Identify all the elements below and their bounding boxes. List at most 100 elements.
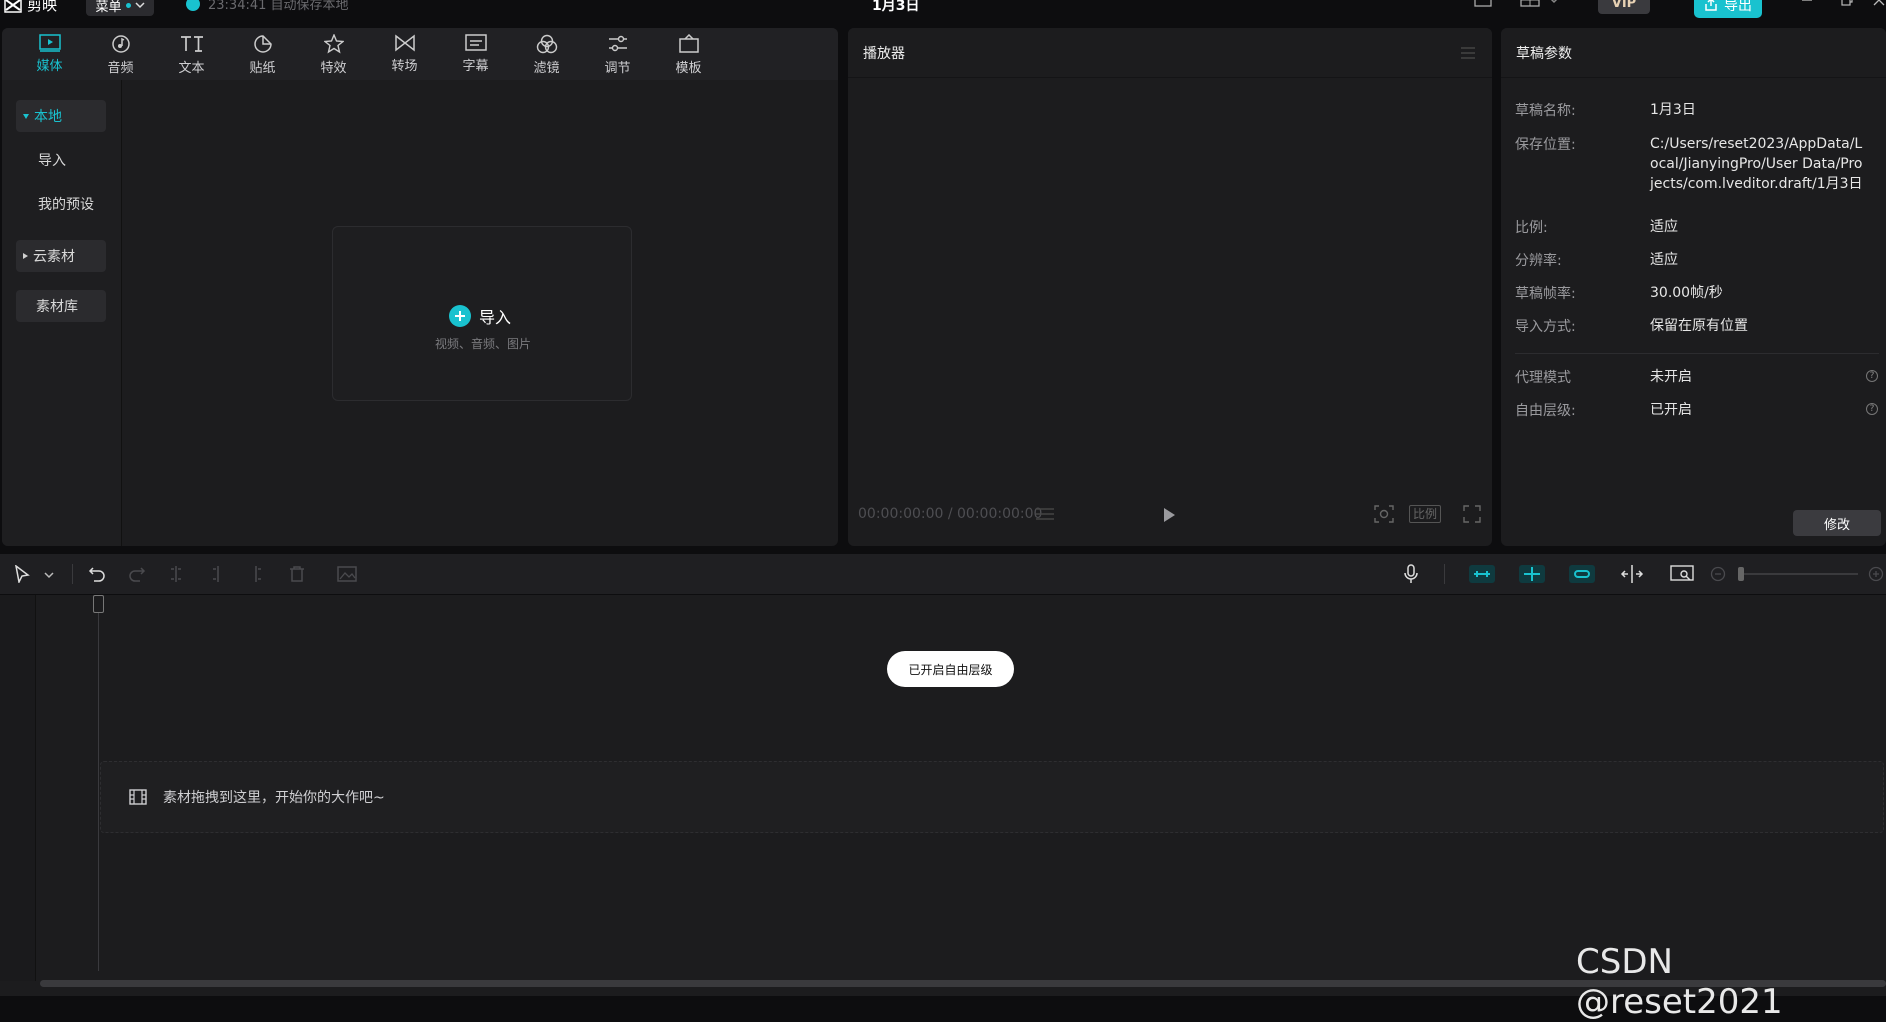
media-sidebar: 本地 导入 我的预设 云素材 素材库 [2, 80, 122, 546]
timeline-toolbar [0, 554, 1886, 594]
vip-button[interactable]: VIP [1598, 0, 1650, 14]
help-icon[interactable]: ? [1866, 403, 1878, 415]
keyboard-icon [1474, 0, 1492, 7]
tab-filter-label: 滤镜 [533, 61, 560, 76]
select-cursor-icon[interactable] [14, 565, 30, 583]
chevron-down-icon[interactable] [44, 571, 54, 579]
autosave-text: 23:34:41 自动保存本地 [208, 0, 349, 13]
media-toolbar: 媒体 音频 文本 贴纸 特效 转场 字幕 滤镜 调节 模板 [2, 28, 838, 80]
help-icon[interactable]: ? [1866, 370, 1878, 382]
import-button[interactable]: 导入 [449, 304, 511, 328]
prop-label: 导入方式: [1515, 319, 1576, 335]
sidebar-item-label: 素材库 [36, 299, 78, 315]
zoom-out-icon[interactable] [1710, 566, 1726, 582]
tab-subtitle[interactable]: 字幕 [440, 28, 511, 80]
restore-button[interactable] [1840, 0, 1854, 7]
minimize-button[interactable] [1800, 0, 1814, 7]
shortcut-button[interactable] [1474, 0, 1492, 7]
effects-icon [323, 34, 344, 54]
track-header-column [0, 595, 36, 981]
adjust-icon [608, 35, 627, 52]
tab-transition-label: 转场 [391, 59, 418, 74]
split-left-icon[interactable] [210, 565, 226, 583]
delete-icon[interactable] [289, 565, 305, 583]
layout-button[interactable] [1520, 0, 1560, 7]
fullscreen-icon[interactable] [1463, 505, 1481, 523]
player-title: 播放器 [863, 45, 905, 62]
player-panel: 播放器 00:00:00:00 / 00:00:00:00 比例 [848, 28, 1492, 546]
main-track-magnet-icon[interactable] [1468, 564, 1496, 584]
split-icon[interactable] [168, 565, 184, 583]
zoom-slider-handle[interactable] [1738, 567, 1744, 581]
props-body: 草稿名称: 1月3日 保存位置: C:/Users/reset2023/AppD… [1501, 80, 1886, 500]
tab-sticker[interactable]: 贴纸 [227, 28, 298, 80]
title-bar: 剪映 菜单 23:34:41 自动保存本地 1月3日 VIP 导出 [0, 0, 1886, 26]
subtitle-icon [464, 34, 487, 51]
image-icon[interactable] [337, 565, 357, 583]
menu-lines-icon[interactable] [1460, 47, 1476, 59]
zoom-slider[interactable] [1738, 567, 1858, 581]
prop-value: 适应 [1650, 252, 1678, 268]
caret-right-icon [23, 253, 28, 259]
timeline-area[interactable]: 已开启自由层级 素材拖拽到这里，开始你的大作吧~ [0, 595, 1886, 996]
tab-effects-label: 特效 [320, 61, 347, 76]
player-header: 播放器 [848, 28, 1492, 78]
microphone-icon[interactable] [1404, 564, 1418, 584]
fit-screen-icon[interactable] [1374, 505, 1394, 523]
props-header: 草稿参数 [1501, 28, 1886, 78]
close-icon [1873, 0, 1885, 6]
tab-effects[interactable]: 特效 [298, 28, 369, 80]
sidebar-item-cloud[interactable]: 云素材 [16, 240, 106, 272]
tab-adjust[interactable]: 调节 [582, 28, 653, 80]
tab-text[interactable]: 文本 [156, 28, 227, 80]
tab-transition[interactable]: 转场 [369, 28, 440, 80]
playhead-line[interactable] [98, 595, 99, 971]
capcut-logo-icon [4, 0, 22, 13]
modify-button[interactable]: 修改 [1793, 510, 1881, 536]
media-icon [38, 34, 61, 52]
tab-template[interactable]: 模板 [653, 28, 724, 80]
main-track-drop-zone[interactable]: 素材拖拽到这里，开始你的大作吧~ [100, 761, 1884, 833]
export-button[interactable]: 导出 [1694, 0, 1762, 18]
tab-adjust-label: 调节 [604, 61, 631, 76]
sidebar-item-local[interactable]: 本地 [16, 100, 106, 132]
sidebar-item-presets[interactable]: 我的预设 [16, 188, 116, 220]
preview-axis-icon[interactable] [1620, 564, 1644, 584]
zoom-fit-icon[interactable] [1670, 564, 1694, 584]
prop-row-import-mode: 导入方式: 保留在原有位置 [1515, 316, 1885, 336]
redo-icon[interactable] [128, 566, 146, 582]
zoom-in-icon[interactable] [1868, 566, 1884, 582]
prop-value: 已开启 [1650, 402, 1692, 418]
playhead-handle[interactable] [93, 595, 104, 613]
tab-audio[interactable]: 音频 [85, 28, 156, 80]
ratio-button[interactable]: 比例 [1409, 505, 1441, 523]
sidebar-item-library[interactable]: 素材库 [16, 290, 106, 322]
filter-icon [536, 34, 557, 54]
prop-value: C:/Users/reset2023/AppData/Local/Jianyin… [1650, 136, 1863, 192]
close-button[interactable] [1872, 0, 1886, 7]
tab-subtitle-label: 字幕 [462, 59, 489, 74]
prop-row-location: 保存位置: C:/Users/reset2023/AppData/Local/J… [1515, 134, 1885, 194]
undo-icon[interactable] [88, 566, 106, 582]
import-subtitle: 视频、音频、图片 [434, 337, 531, 351]
auto-snap-icon[interactable] [1518, 563, 1546, 585]
import-drop-box[interactable]: 导入 视频、音频、图片 [332, 226, 632, 401]
timeline-list-icon[interactable] [1034, 506, 1056, 522]
menu-button[interactable]: 菜单 [86, 0, 154, 16]
split-right-icon[interactable] [248, 565, 264, 583]
document-title: 1月3日 [872, 0, 920, 14]
sidebar-item-label: 云素材 [33, 249, 75, 265]
prop-row-free-layer: 自由层级: 已开启 [1515, 400, 1885, 420]
tab-audio-label: 音频 [107, 61, 134, 76]
linkage-icon[interactable] [1568, 564, 1596, 584]
tab-media[interactable]: 媒体 [14, 28, 85, 80]
tab-filter[interactable]: 滤镜 [511, 28, 582, 80]
sidebar-item-import[interactable]: 导入 [16, 144, 106, 176]
text-icon [180, 36, 203, 52]
play-icon[interactable] [1162, 507, 1176, 523]
autosave-status: 23:34:41 自动保存本地 [186, 0, 349, 13]
app-logo: 剪映 [4, 0, 57, 15]
prop-row-framerate: 草稿帧率: 30.00帧/秒 [1515, 283, 1885, 303]
caret-down-icon [23, 113, 29, 119]
prop-value: 保留在原有位置 [1650, 318, 1748, 334]
